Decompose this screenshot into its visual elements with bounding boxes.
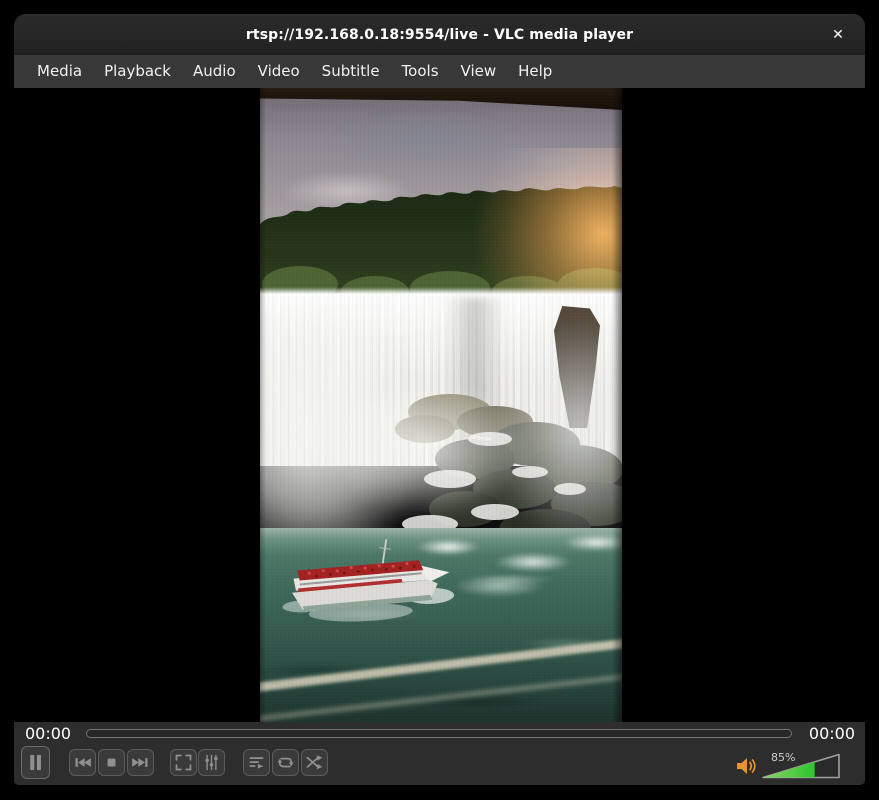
menu-video[interactable]: Video [247,55,311,88]
pause-button[interactable] [21,746,50,779]
titlebar[interactable]: rtsp://192.168.0.18:9554/live - VLC medi… [14,14,865,55]
loop-icon [277,757,294,768]
extended-settings-button[interactable] [198,749,225,776]
next-button[interactable] [127,749,154,776]
random-button[interactable] [301,749,328,776]
volume-slider[interactable] [762,752,840,779]
video-area[interactable] [14,88,865,722]
menubar: Media Playback Audio Video Subtitle Tool… [14,55,865,88]
close-icon[interactable]: ✕ [825,14,851,55]
menu-audio[interactable]: Audio [182,55,247,88]
menu-help[interactable]: Help [507,55,563,88]
menu-subtitle[interactable]: Subtitle [311,55,391,88]
volume-icon[interactable] [736,756,758,776]
tour-boat [282,539,455,622]
pause-icon [30,754,41,771]
skip-previous-icon [75,758,91,767]
elapsed-time: 00:00 [25,724,72,743]
skip-next-icon [132,758,148,767]
menu-media[interactable]: Media [26,55,93,88]
menu-playback[interactable]: Playback [93,55,182,88]
menu-view[interactable]: View [450,55,508,88]
control-bar: 00:00 00:00 85% [14,722,865,785]
loop-button[interactable] [272,749,299,776]
remaining-time: 00:00 [808,724,855,743]
scene-mist-right [485,313,622,543]
vlc-window: rtsp://192.168.0.18:9554/live - VLC medi… [14,14,865,785]
stop-icon [107,758,116,767]
stop-button[interactable] [98,749,125,776]
fullscreen-button[interactable] [170,749,197,776]
playlist-button[interactable] [243,749,270,776]
fullscreen-icon [175,754,192,771]
seek-slider[interactable] [86,729,792,738]
playlist-icon [249,757,264,769]
equalizer-icon [205,754,218,771]
previous-button[interactable] [69,749,96,776]
video-frame [260,88,622,722]
shuffle-icon [306,755,323,770]
menu-tools[interactable]: Tools [391,55,450,88]
window-title: rtsp://192.168.0.18:9554/live - VLC medi… [245,26,634,43]
